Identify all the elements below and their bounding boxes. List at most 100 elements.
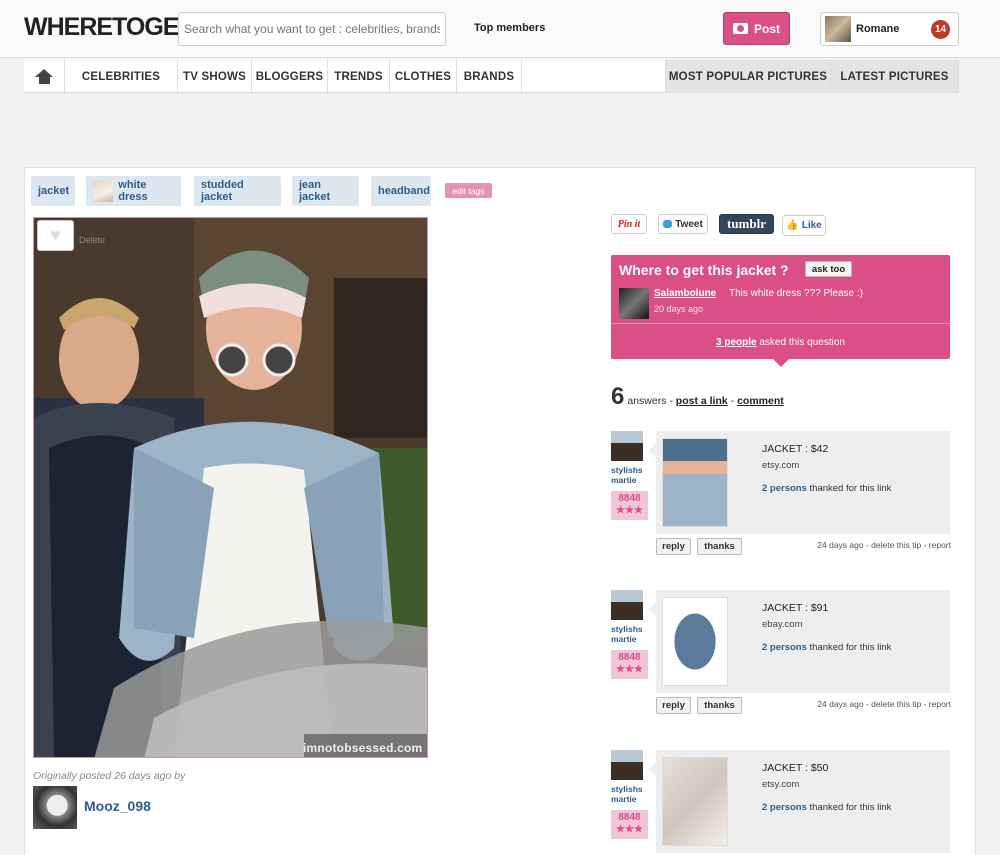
photo-illustration <box>34 218 427 757</box>
user-points: 8848 ★★★ <box>611 491 648 520</box>
thanks-button[interactable]: thanks <box>697 697 742 714</box>
ask-count-line: 3 people asked this question <box>611 337 950 348</box>
thumbs-up-icon: 👍 <box>786 220 799 231</box>
home-icon <box>35 69 53 84</box>
user-points: 8848 ★★★ <box>611 810 648 839</box>
poster-name[interactable]: Mooz_098 <box>84 798 151 814</box>
tag-jean-jacket[interactable]: jean jacket <box>292 176 359 206</box>
points-value: 8848 <box>618 652 641 663</box>
site-logo[interactable]: WHERETOGET <box>24 13 194 42</box>
tab-most-popular[interactable]: MOST POPULAR PICTURES <box>665 60 831 93</box>
post-label: Post <box>753 21 780 36</box>
answers-header: 6 answers - post a link - comment <box>611 383 784 411</box>
tag-label: white dress <box>118 179 148 203</box>
top-bar: WHERETOGET Top members Post Romane 14 <box>0 0 1000 58</box>
separator: - <box>727 395 738 407</box>
heart-icon[interactable]: ♥ <box>37 220 74 251</box>
people-link[interactable]: 3 people <box>716 337 757 348</box>
answer-avatar[interactable] <box>611 431 643 461</box>
thanks-text: thanked for this link <box>806 483 892 494</box>
answer-item: stylishs martie 8848 ★★★ JACKET : $91 eba… <box>611 590 951 720</box>
product-thumbnail[interactable] <box>662 757 728 846</box>
reply-button[interactable]: reply <box>656 697 691 714</box>
tag-white-dress[interactable]: white dress <box>86 176 181 206</box>
product-thumbnail[interactable] <box>662 597 728 686</box>
question-text: This white dress ??? Please :) <box>729 288 863 299</box>
facebook-like-button[interactable]: 👍 Like <box>782 215 826 236</box>
top-members-link[interactable]: Top members <box>474 22 545 34</box>
nav-celebrities[interactable]: CELEBRITIES <box>65 60 178 93</box>
question-time: 20 days ago <box>654 304 704 314</box>
nav-trends[interactable]: TRENDS <box>328 60 390 93</box>
star-rating: ★★★ <box>616 824 643 835</box>
poster-avatar[interactable] <box>33 786 77 829</box>
answer-item: stylishs martie 8848 ★★★ JACKET : $42 ets… <box>611 431 951 561</box>
tab-latest[interactable]: LATEST PICTURES <box>831 60 959 93</box>
answer-card: JACKET : $91 ebay.com 2 persons thanked … <box>649 590 950 693</box>
thanks-line: 2 persons thanked for this link <box>762 642 891 653</box>
answer-meta[interactable]: 24 days ago - delete this tip - report <box>817 699 951 709</box>
star-rating: ★★★ <box>616 505 643 516</box>
user-points: 8848 ★★★ <box>611 650 648 679</box>
search-input[interactable] <box>178 12 446 46</box>
question-avatar[interactable] <box>619 288 649 319</box>
avatar <box>825 16 851 42</box>
comment-link[interactable]: comment <box>737 395 784 407</box>
question-user-link[interactable]: Salambolune <box>654 288 716 299</box>
product-site: etsy.com <box>762 460 800 471</box>
answer-user[interactable]: stylishs martie <box>611 784 651 804</box>
answer-item: stylishs martie 8848 ★★★ JACKET : $50 ets… <box>611 750 951 855</box>
thanks-button[interactable]: thanks <box>697 538 742 555</box>
nav-brands[interactable]: BRANDS <box>457 60 522 93</box>
tag-studded-jacket[interactable]: studded jacket <box>194 176 281 206</box>
post-link-button[interactable]: post a link <box>676 395 728 407</box>
camera-icon <box>732 23 748 34</box>
product-price[interactable]: JACKET : $91 <box>762 602 828 614</box>
photo-watermark: imnotobsessed.com <box>303 741 423 755</box>
answers-count: 6 <box>611 383 625 410</box>
answer-user[interactable]: stylishs martie <box>611 624 651 644</box>
tag-jacket[interactable]: jacket <box>31 176 75 206</box>
divider <box>611 323 950 324</box>
post-button[interactable]: Post <box>723 12 790 45</box>
nav-bloggers[interactable]: BLOGGERS <box>252 60 328 93</box>
tweet-label: Tweet <box>675 218 703 230</box>
product-site: ebay.com <box>762 619 803 630</box>
ask-too-button[interactable]: ask too <box>805 261 852 277</box>
thanks-count[interactable]: 2 persons <box>762 483 807 494</box>
thanks-count[interactable]: 2 persons <box>762 642 807 653</box>
star-rating: ★★★ <box>616 664 643 675</box>
tumblr-button[interactable]: tumblr <box>719 214 774 234</box>
points-value: 8848 <box>618 812 641 823</box>
delete-label[interactable]: Delete <box>79 235 105 245</box>
main-photo[interactable] <box>33 217 428 758</box>
pinit-button[interactable]: Pin it <box>611 214 647 234</box>
home-button[interactable] <box>24 60 65 93</box>
notification-badge[interactable]: 14 <box>931 20 950 39</box>
nav-clothes[interactable]: CLOTHES <box>390 60 457 93</box>
answer-card: JACKET : $50 etsy.com 2 persons thanked … <box>649 750 950 853</box>
answer-avatar[interactable] <box>611 590 643 620</box>
original-post-caption: Originally posted 26 days ago by <box>33 770 186 782</box>
reply-button[interactable]: reply <box>656 538 691 555</box>
thanks-text: thanked for this link <box>806 802 892 813</box>
tag-headband[interactable]: headband <box>371 176 431 206</box>
ask-question-box: Where to get this jacket ? ask too Salam… <box>611 255 950 367</box>
thanks-count[interactable]: 2 persons <box>762 802 807 813</box>
answer-avatar[interactable] <box>611 750 643 780</box>
user-name: Romane <box>856 23 900 35</box>
nav-tv-shows[interactable]: TV SHOWS <box>178 60 252 93</box>
product-price[interactable]: JACKET : $50 <box>762 762 828 774</box>
answer-user[interactable]: stylishs martie <box>611 465 651 485</box>
user-menu[interactable]: Romane 14 <box>820 12 959 46</box>
like-label: Like <box>801 220 822 231</box>
product-site: etsy.com <box>762 779 800 790</box>
twitter-icon <box>663 220 673 228</box>
tweet-button[interactable]: Tweet <box>658 214 708 234</box>
answer-card: JACKET : $42 etsy.com 2 persons thanked … <box>649 431 950 534</box>
points-value: 8848 <box>618 493 641 504</box>
answer-meta[interactable]: 24 days ago - delete this tip - report <box>817 540 951 550</box>
edit-tags-button[interactable]: edit tags <box>445 183 492 198</box>
product-price[interactable]: JACKET : $42 <box>762 443 828 455</box>
product-thumbnail[interactable] <box>662 438 728 527</box>
